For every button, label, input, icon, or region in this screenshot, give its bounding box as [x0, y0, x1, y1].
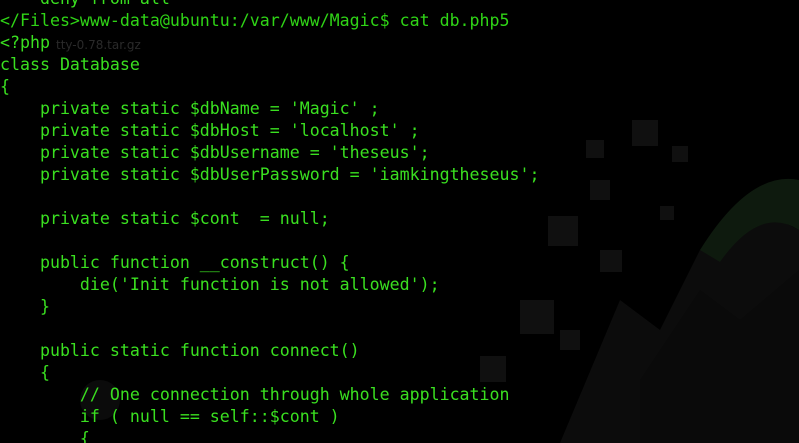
terminal-line: private static $dbUsername = 'theseus'; — [0, 142, 539, 164]
terminal-line: deny from all — [0, 0, 539, 10]
terminal-line-text: deny from all — [0, 0, 170, 8]
terminal-window[interactable]: tty-0.78.tar.gz deny from all</Files>www… — [0, 0, 799, 443]
wallpaper-square — [660, 206, 674, 220]
terminal-line-text: if ( null == self::$cont ) — [0, 407, 340, 426]
terminal-line-text: public static function connect() — [0, 341, 360, 360]
terminal-line: private static $dbHost = 'localhost' ; — [0, 120, 539, 142]
shell-prompt-line: </Files>www-data@ubuntu:/var/www/Magic$ … — [0, 10, 539, 32]
terminal-line-text: private static $dbUsername = 'theseus'; — [0, 143, 430, 162]
terminal-line-text: private static $dbUserPassword = 'iamkin… — [0, 165, 540, 184]
terminal-line-text: </Files>www-data@ubuntu:/var/www/Magic$ … — [0, 11, 510, 30]
wallpaper-square — [548, 216, 578, 246]
terminal-line-text: public function __construct() { — [0, 253, 350, 272]
wallpaper-square — [672, 146, 688, 162]
wallpaper-square — [560, 330, 580, 350]
terminal-line: if ( null == self::$cont ) — [0, 406, 539, 428]
terminal-line: public function __construct() { — [0, 252, 539, 274]
terminal-line-text: } — [0, 297, 50, 316]
terminal-output: deny from all </Files>www-data@ubuntu:/va… — [0, 0, 539, 443]
terminal-line: { — [0, 428, 539, 443]
terminal-line-text: { — [0, 429, 90, 443]
terminal-line-text: <?php — [0, 33, 50, 52]
terminal-line-text: private static $dbName = 'Magic' ; — [0, 99, 380, 118]
wallpaper-square — [590, 180, 610, 200]
wallpaper-square — [632, 120, 658, 146]
terminal-line: class Database — [0, 54, 539, 76]
terminal-line: <?php — [0, 32, 539, 54]
terminal-line: private static $dbUserPassword = 'iamkin… — [0, 164, 540, 186]
terminal-line: { — [0, 76, 539, 98]
wallpaper-square — [600, 250, 622, 272]
terminal-line-text: { — [0, 363, 50, 382]
terminal-line: } — [0, 296, 539, 318]
terminal-line: // One connection through whole applicat… — [0, 384, 539, 406]
terminal-line-text: private static $dbHost = 'localhost' ; — [0, 121, 420, 140]
terminal-line: private static $dbName = 'Magic' ; — [0, 98, 539, 120]
terminal-line-text: private static $cont = null; — [0, 209, 330, 228]
wallpaper-square — [586, 140, 604, 158]
terminal-line: private static $cont = null; — [0, 208, 539, 230]
terminal-line-text: { — [0, 77, 10, 96]
terminal-line: public static function connect() — [0, 340, 539, 362]
terminal-line-text: class Database — [0, 55, 140, 74]
terminal-line-text: // One connection through whole applicat… — [0, 385, 510, 404]
terminal-line: { — [0, 362, 539, 384]
terminal-line-text: die('Init function is not allowed'); — [0, 275, 440, 294]
terminal-line: die('Init function is not allowed'); — [0, 274, 539, 296]
